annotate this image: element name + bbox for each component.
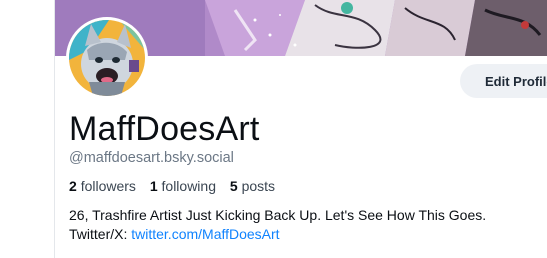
following-count: 1 bbox=[149, 178, 158, 194]
posts-count: 5 bbox=[229, 178, 238, 194]
followers-count: 2 bbox=[69, 178, 77, 194]
wolf-avatar-icon bbox=[69, 20, 145, 96]
following-label: following bbox=[161, 178, 216, 194]
profile-avatar[interactable] bbox=[66, 17, 148, 99]
following-link[interactable]: 1 following bbox=[150, 178, 216, 194]
posts-label: posts bbox=[241, 178, 276, 194]
bio-line-2: Twitter/X: twitter.com/MaffDoesArt bbox=[69, 225, 486, 244]
bio-line-1: 26, Trashfire Artist Just Kicking Back U… bbox=[69, 207, 487, 223]
twitter-link[interactable]: twitter.com/MaffDoesArt bbox=[131, 226, 279, 242]
followers-label: followers bbox=[80, 178, 136, 194]
profile-bio: 26, Trashfire Artist Just Kicking Back U… bbox=[69, 206, 486, 244]
edit-profile-button[interactable]: Edit Profile bbox=[460, 64, 547, 98]
posts-stat: 5 posts bbox=[230, 178, 275, 194]
followers-link[interactable]: 2 followers bbox=[69, 178, 136, 194]
bio-twitter-prefix: Twitter/X: bbox=[69, 226, 132, 242]
profile-stats: 2 followers 1 following 5 posts bbox=[69, 178, 285, 194]
profile-handle: @maffdoesart.bsky.social bbox=[69, 150, 234, 166]
display-name: MaffDoesArt bbox=[69, 110, 260, 148]
profile-page: Edit Profile MaffDoesArt @maffdoesart.bs… bbox=[0, 0, 547, 258]
